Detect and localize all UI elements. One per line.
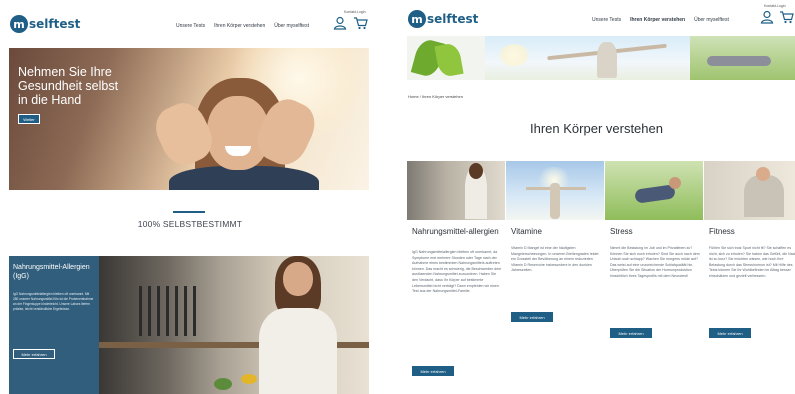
card-title: Nahrungsmittel-allergien	[412, 227, 499, 236]
allergy-teaser: Nahrungsmittel-Allergien (IgG) IgG Nahru…	[9, 256, 369, 394]
user-icon[interactable]	[760, 10, 774, 24]
right-page-screenshot: m selftest Unsere Tests Ihren Körper ver…	[398, 0, 795, 394]
card-title: Stress	[610, 227, 633, 236]
teaser-photo-utensils	[139, 286, 199, 336]
banner-person	[597, 42, 617, 78]
right-logo[interactable]: m selftest	[408, 10, 478, 28]
left-nav-ueber[interactable]: Über myselftest	[274, 23, 309, 29]
card-more-button[interactable]: Mehr erfahren	[412, 366, 454, 376]
teaser-title: Nahrungsmittel-Allergien (IgG)	[13, 264, 90, 280]
right-logo-mark: m	[408, 10, 426, 28]
card-text: Fühlen Sie sich trotz Sport nicht fit? S…	[709, 246, 795, 278]
left-nav-unsere-tests[interactable]: Unsere Tests	[176, 23, 205, 29]
teaser-photo-body	[259, 308, 337, 394]
left-header: m selftest Unsere Tests Ihren Körper ver…	[0, 0, 380, 44]
card-text: Vitamin D Mangel ist eine der häufigsten…	[511, 246, 599, 273]
left-logo-mark: m	[10, 15, 28, 33]
left-account-link[interactable]: Kontakt-Login	[344, 10, 366, 14]
card-photo-person	[634, 184, 676, 204]
left-page-screenshot: m selftest Unsere Tests Ihren Körper ver…	[0, 0, 380, 394]
card-title: Vitamine	[511, 227, 542, 236]
banner-leaf	[434, 42, 464, 78]
left-nav-koerper-verstehen[interactable]: Ihren Körper verstehen	[214, 23, 265, 29]
banner-sun	[499, 44, 529, 66]
right-nav-koerper-verstehen[interactable]: Ihren Körper verstehen	[630, 17, 685, 23]
hero-banner: Nehmen Sie Ihre Gesundheit selbst in die…	[9, 48, 369, 190]
teaser-photo-greens	[214, 378, 232, 390]
card-more-button[interactable]: Mehr erfahren	[511, 312, 553, 322]
teaser-overlay: Nahrungsmittel-Allergien (IgG) IgG Nahru…	[9, 256, 99, 394]
card-photo-head	[469, 163, 483, 179]
teaser-text: IgG Nahrungsmittelallergien bleiben oft …	[13, 292, 94, 311]
cart-icon[interactable]	[353, 16, 368, 30]
breadcrumb[interactable]: Home / Ihren Körper verstehen	[408, 94, 463, 99]
right-main-nav: Unsere Tests Ihren Körper verstehen Über…	[592, 17, 729, 23]
user-icon[interactable]	[333, 16, 347, 30]
right-logo-text: selftest	[427, 12, 479, 26]
teaser-photo-face	[283, 262, 313, 296]
card-nahrungsmittelallergien: Nahrungsmittel-allergien IgG Nahrungsmit…	[407, 161, 505, 394]
hero-cta-button[interactable]: Weiter	[18, 114, 40, 124]
card-text: Nimmt die Belastung im Job und im Privat…	[610, 246, 700, 278]
right-nav-ueber[interactable]: Über myselftest	[694, 17, 729, 23]
card-more-button[interactable]: Mehr erfahren	[709, 328, 751, 338]
card-image	[605, 161, 703, 220]
card-fitness: Fitness Fühlen Sie sich trotz Sport nich…	[704, 161, 795, 394]
card-stress: Stress Nimmt die Belastung im Job und im…	[605, 161, 703, 394]
left-logo[interactable]: m selftest	[10, 15, 80, 33]
card-title: Fitness	[709, 227, 735, 236]
card-photo-person	[550, 183, 560, 219]
tagline-accent-bar	[173, 211, 205, 213]
card-vitamine: Vitamine Vitamin D Mangel ist eine der h…	[506, 161, 604, 394]
banner-person-lying	[707, 56, 771, 66]
card-image	[704, 161, 795, 220]
tagline: 100% SELBSTBESTIMMT	[137, 219, 243, 229]
hero-title: Nehmen Sie Ihre Gesundheit selbst in die…	[18, 65, 119, 107]
card-photo-head	[756, 167, 770, 181]
card-photo-head	[669, 177, 681, 189]
left-logo-text: selftest	[29, 17, 81, 31]
card-text: IgG Nahrungsmittelallergien bleiben oft …	[412, 250, 502, 294]
card-image	[407, 161, 505, 220]
right-nav-unsere-tests[interactable]: Unsere Tests	[592, 17, 621, 23]
page-title: Ihren Körper verstehen	[530, 121, 663, 136]
teaser-photo-pepper	[241, 374, 257, 384]
card-more-button[interactable]: Mehr erfahren	[610, 328, 652, 338]
teaser-more-button[interactable]: Mehr erfahren	[13, 349, 55, 359]
right-account-link[interactable]: Kontakt-Login	[764, 4, 786, 8]
card-image	[506, 161, 604, 220]
left-main-nav: Unsere Tests Ihren Körper verstehen Über…	[176, 23, 309, 29]
header-banner	[407, 36, 795, 80]
cart-icon[interactable]	[779, 10, 794, 24]
card-photo-person	[744, 175, 784, 217]
